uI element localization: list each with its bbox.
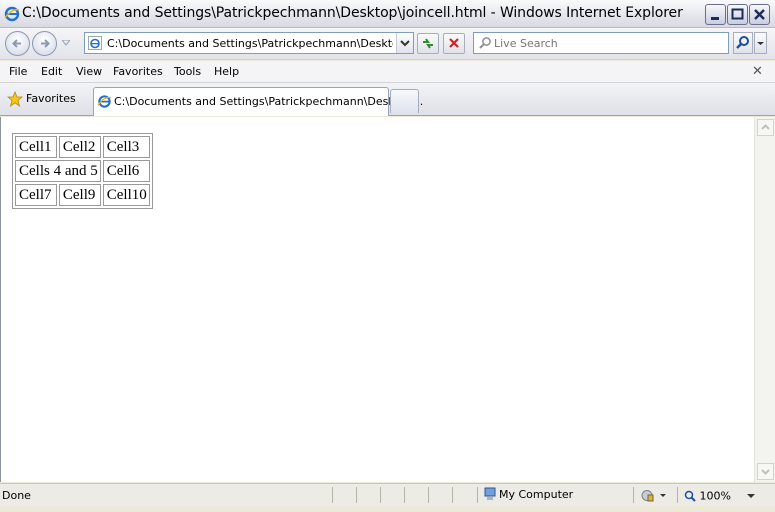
window-bottom-edge [0,506,775,512]
protected-mode-icon[interactable] [640,488,670,503]
maximize-icon [731,8,744,20]
star-icon [7,91,23,107]
favorites-button[interactable]: Favorites [4,88,84,110]
status-divider [404,487,405,503]
back-arrow-icon [12,39,21,48]
chevron-down-icon [747,494,756,498]
table-cell: Cell2 [58,136,101,158]
chevron-down-icon [400,40,410,47]
zoom-icon [684,490,696,502]
table-row: Cell7 Cell9 Cell10 [15,184,150,206]
minimize-icon [711,17,719,20]
stop-button[interactable] [443,33,465,54]
menu-help[interactable]: Help [214,65,239,78]
search-box[interactable] [473,32,729,54]
status-bar: Done My Computer 100% [0,483,775,506]
status-divider [677,487,678,503]
menu-edit[interactable]: Edit [41,65,62,78]
table-row: Cells 4 and 5 Cell6 [15,160,150,182]
zone-label: My Computer [499,487,574,501]
search-button[interactable] [733,32,753,54]
status-divider [452,487,453,503]
join-cell-table: Cell1 Cell2 Cell3 Cells 4 and 5 Cell6 Ce… [12,133,153,209]
scroll-up-icon [761,124,770,130]
address-bar[interactable]: C:\Documents and Settings\Patrickpechman… [84,32,414,54]
menu-tools[interactable]: Tools [174,65,201,78]
status-divider [380,487,381,503]
close-button[interactable] [749,4,770,25]
refresh-icon [423,38,433,49]
table-cell-merged: Cells 4 and 5 [15,160,101,182]
recent-pages-dropdown-icon[interactable] [62,40,70,46]
status-divider [356,487,357,503]
tab-bar: Favorites C:\Documents and Settings\Patr… [0,83,775,116]
title-bar[interactable]: C:\Documents and Settings\Patrickpechman… [0,0,775,28]
ie-logo-icon [4,6,20,22]
status-divider [428,487,429,503]
vertical-scrollbar[interactable] [754,117,775,482]
status-divider [332,487,333,503]
minimize-button[interactable] [705,4,726,25]
refresh-button[interactable] [417,33,439,54]
page-content: Cell1 Cell2 Cell3 Cells 4 and 5 Cell6 Ce… [0,117,754,482]
table-row: Cell1 Cell2 Cell3 [15,136,150,158]
table-cell: Cell10 [102,184,150,206]
security-zone[interactable]: My Computer [484,487,573,501]
table-cell: Cell1 [15,136,57,158]
scroll-up-button[interactable] [757,119,774,136]
back-button[interactable] [5,31,30,56]
close-menubar-icon[interactable]: ✕ [752,64,763,79]
close-icon [754,9,765,20]
menu-favorites[interactable]: Favorites [113,65,163,78]
zoom-control[interactable]: 100% [684,489,758,503]
tab-label: C:\Documents and Settings\Patrickpechman… [114,95,424,108]
computer-icon [484,487,496,500]
table-cell: Cell7 [15,184,57,206]
zoom-level: 100% [699,489,731,503]
page-icon [88,36,102,50]
tab-joincell[interactable]: C:\Documents and Settings\Patrickpechman… [93,87,423,116]
maximize-button[interactable] [727,4,748,25]
search-options-button[interactable] [754,32,767,54]
new-tab-button[interactable] [390,89,419,113]
window-title: C:\Documents and Settings\Patrickpechman… [22,5,683,21]
favorites-label: Favorites [26,92,76,105]
search-input[interactable] [494,35,724,51]
navigation-bar: C:\Documents and Settings\Patrickpechman… [0,28,775,60]
menu-file[interactable]: File [9,65,27,78]
menu-view[interactable]: View [76,65,102,78]
address-input[interactable]: C:\Documents and Settings\Patrickpechman… [107,37,393,50]
scroll-down-icon [761,469,770,475]
status-divider [477,487,478,503]
menu-bar: File Edit View Favorites Tools Help ✕ [0,61,775,83]
ie-logo-icon [97,95,112,108]
chevron-down-icon [757,42,764,45]
live-search-icon [479,37,491,49]
address-dropdown-button[interactable] [396,33,413,53]
scroll-down-button[interactable] [757,463,774,480]
table-cell: Cell6 [102,160,150,182]
search-icon [736,36,749,49]
forward-button[interactable] [32,31,57,56]
forward-arrow-icon [41,39,50,48]
table-cell: Cell9 [58,184,101,206]
table-cell: Cell3 [102,136,150,158]
status-text: Done [2,489,31,502]
status-divider [633,487,634,503]
stop-icon [449,38,459,48]
